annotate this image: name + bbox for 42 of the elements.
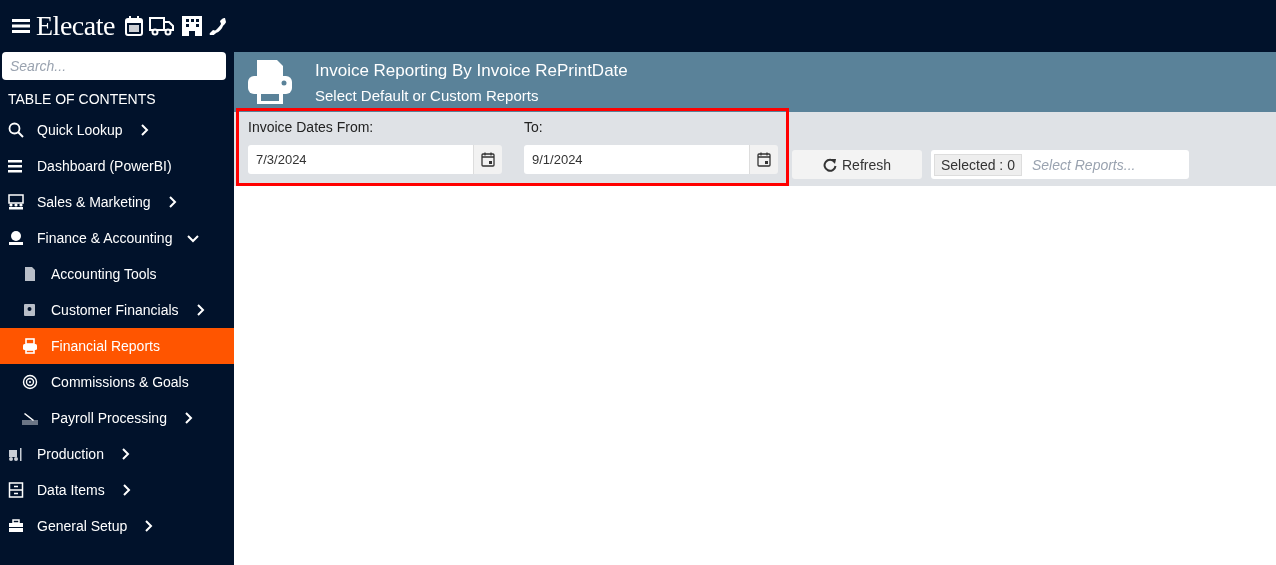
menu-icon[interactable] xyxy=(12,18,30,34)
pen-icon xyxy=(22,410,38,426)
list-icon xyxy=(8,158,24,174)
page-title: Invoice Reporting By Invoice RePrintDate xyxy=(315,60,628,81)
refresh-icon xyxy=(823,157,837,172)
selected-count: Selected : 0 xyxy=(934,153,1022,176)
doc-icon xyxy=(22,266,38,282)
printer-icon xyxy=(22,338,38,354)
field-label: To: xyxy=(524,119,544,135)
report-select-field[interactable]: Selected : 0 Select Reports... xyxy=(931,150,1189,179)
sidebar-item[interactable]: Dashboard (PowerBI) xyxy=(0,148,234,184)
date-field[interactable]: 7/3/2024 xyxy=(248,145,473,174)
sidebar-item[interactable]: Data Items xyxy=(0,472,234,508)
page-subtitle: Select Default or Custom Reports xyxy=(315,86,540,104)
cabinet-icon xyxy=(8,482,24,498)
sidebar-item[interactable]: Sales & Marketing xyxy=(0,184,234,220)
truck-icon[interactable] xyxy=(148,16,175,36)
calendar-button[interactable] xyxy=(749,145,778,174)
calendar-icon[interactable] xyxy=(124,16,143,36)
sidebar-item[interactable]: Finance & Accounting xyxy=(0,220,234,256)
refresh-button[interactable]: Refresh xyxy=(792,150,922,179)
sidebar-item[interactable]: Production xyxy=(0,436,234,472)
search-field[interactable]: Search... xyxy=(2,52,226,80)
field-label: Invoice Dates From: xyxy=(248,119,375,135)
toolbox-icon xyxy=(8,518,24,534)
logo[interactable]: Elecate xyxy=(36,10,115,42)
calendar-button[interactable] xyxy=(473,145,502,174)
calendar-icon xyxy=(481,152,495,167)
building-icon[interactable] xyxy=(180,16,203,36)
search-icon xyxy=(8,122,24,138)
sidebar-item[interactable]: Customer Financials xyxy=(0,292,234,328)
sidebar-item[interactable]: Commissions & Goals xyxy=(0,364,234,400)
sidebar-item[interactable]: Quick Lookup xyxy=(0,112,234,148)
section-heading: TABLE OF CONTENTS xyxy=(7,90,157,109)
date-field[interactable]: 9/1/2024 xyxy=(524,145,749,174)
printer-icon xyxy=(247,58,293,106)
sidebar-item[interactable]: General Setup xyxy=(0,508,234,544)
calendar-icon xyxy=(757,152,771,167)
phone-icon[interactable] xyxy=(208,17,227,35)
sidebar-item[interactable]: Payroll Processing xyxy=(0,400,234,436)
target-icon xyxy=(22,374,38,390)
sidebar-item[interactable]: Accounting Tools xyxy=(0,256,234,292)
